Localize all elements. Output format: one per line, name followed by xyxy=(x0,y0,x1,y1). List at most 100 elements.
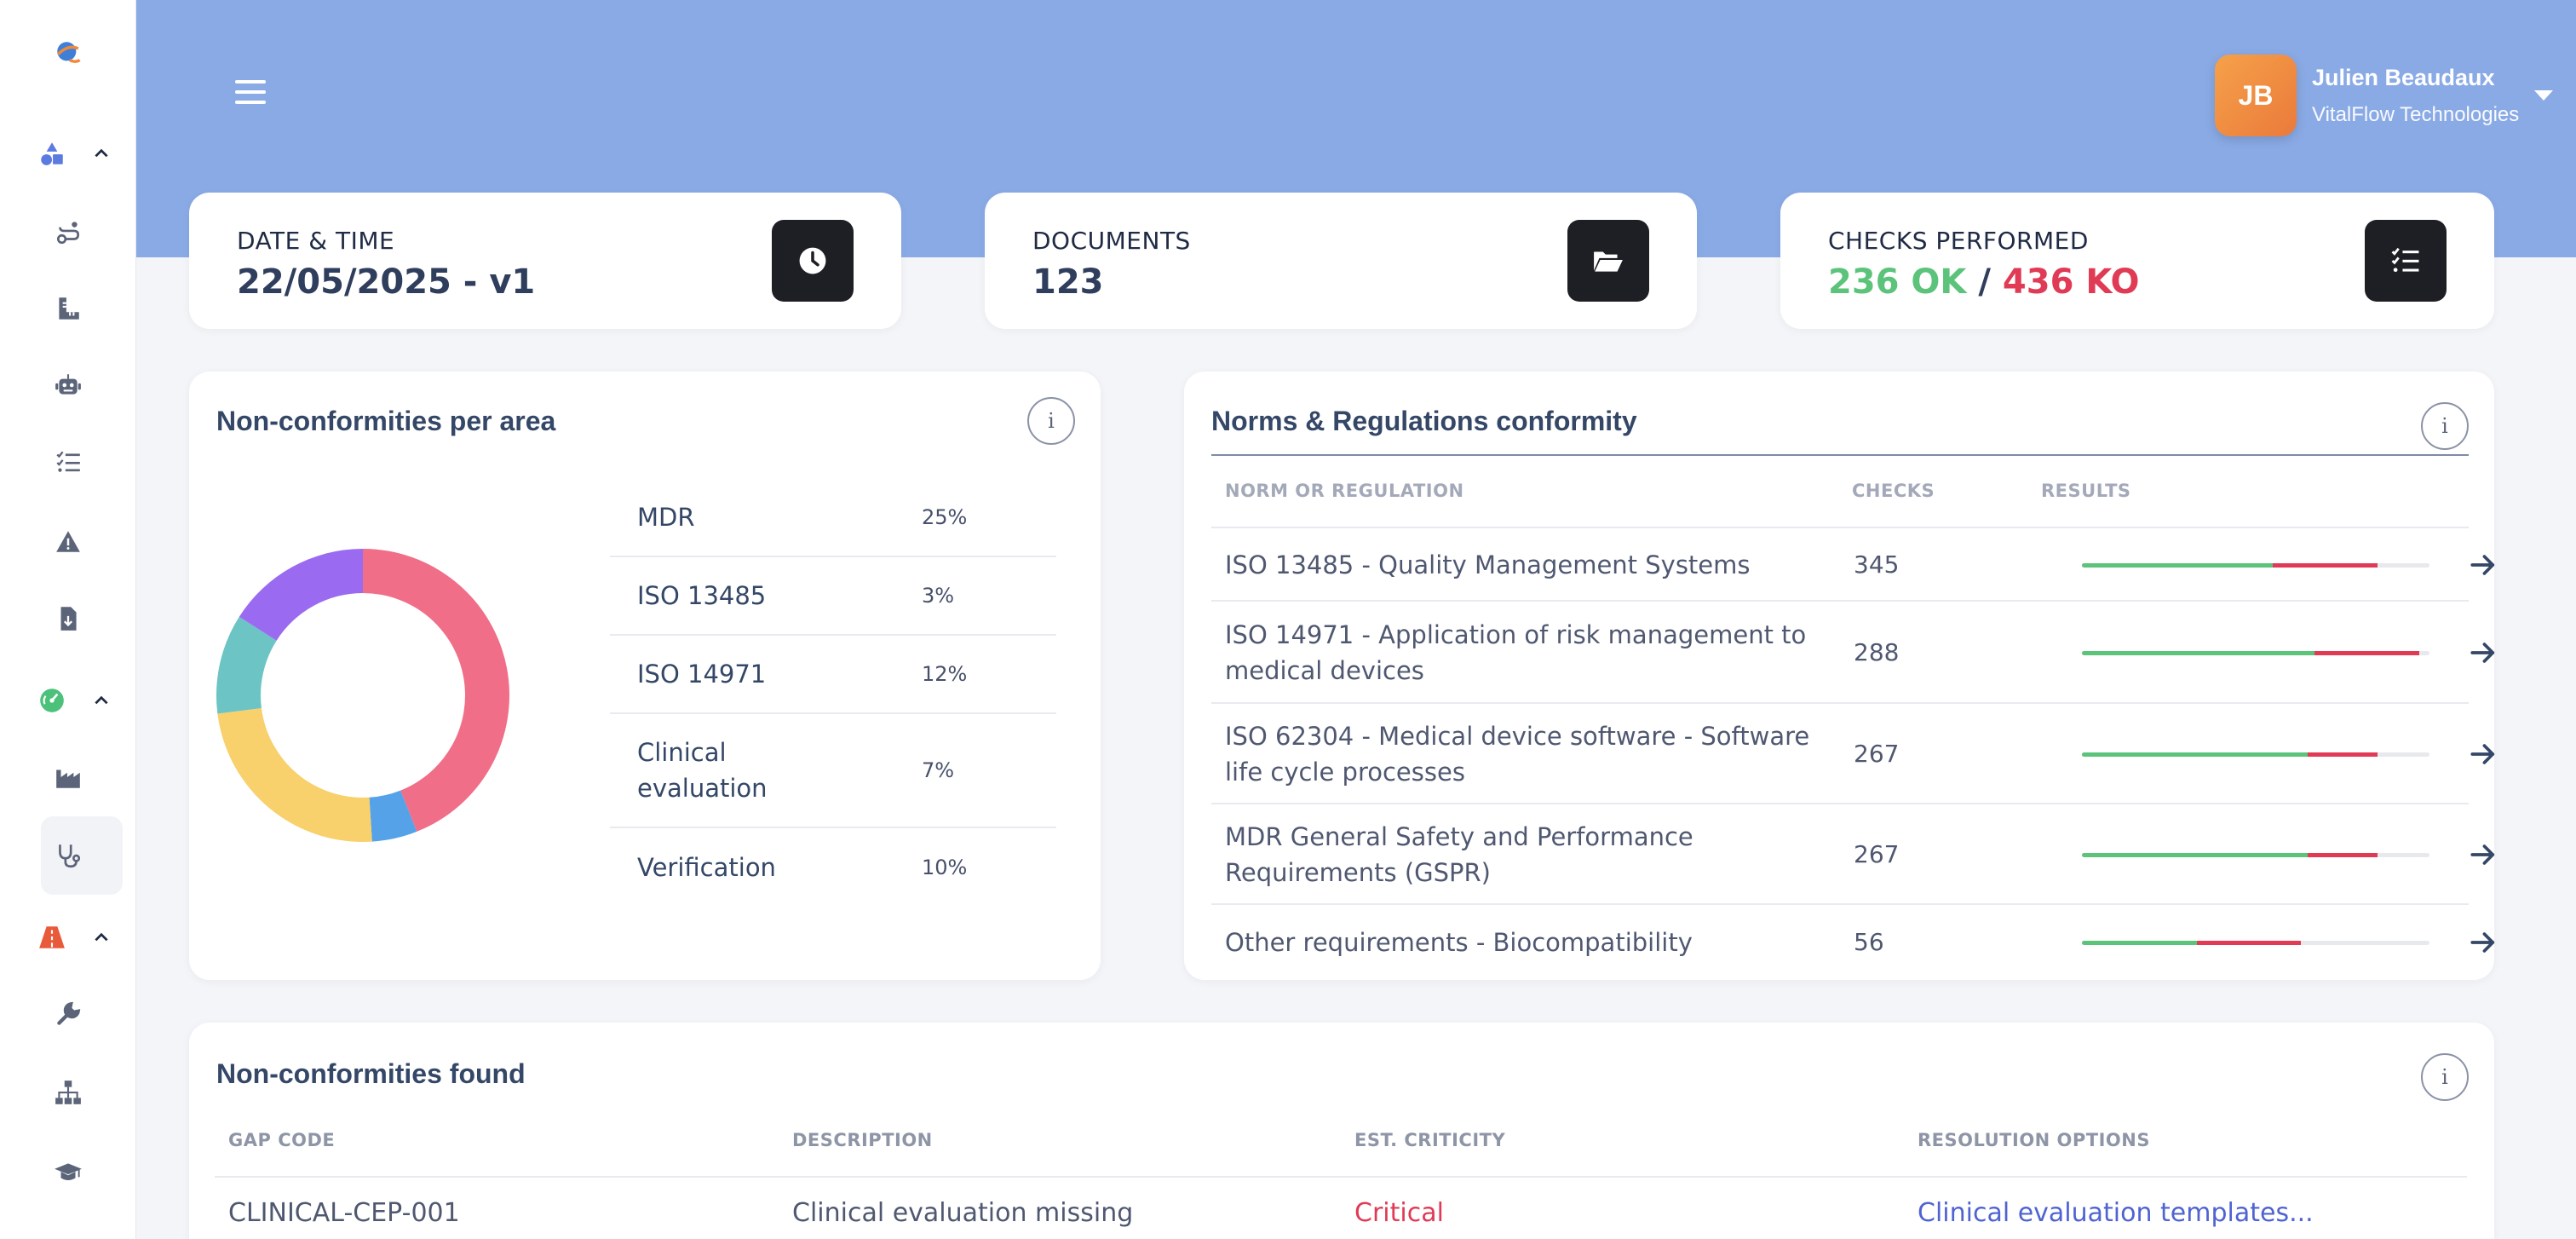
title-underline xyxy=(1211,454,2469,456)
donut-slice[interactable] xyxy=(217,708,372,842)
norm-row[interactable]: Other requirements - Biocompatibility 56 xyxy=(1211,905,2495,980)
donut-slice[interactable] xyxy=(363,549,509,832)
area-name: Clinical evaluation xyxy=(637,738,768,803)
stat-value: 236 OK / 436 KO xyxy=(1828,262,2140,302)
checklist-icon xyxy=(2365,220,2447,302)
sidebar-item-checklist[interactable] xyxy=(0,428,136,496)
area-name: ISO 13485 xyxy=(637,581,767,610)
gap-code-cell: CLINICAL-CEP-001 xyxy=(228,1198,460,1228)
area-name: MDR xyxy=(637,503,695,532)
list-check-icon xyxy=(56,451,80,472)
donut-slice[interactable] xyxy=(239,549,363,641)
user-menu[interactable]: JB Julien Beaudaux VitalFlow Technologie… xyxy=(2215,55,2554,136)
results-ok-segment xyxy=(2082,651,2315,655)
col-header-criticity: EST. CRITICITY xyxy=(1354,1130,1506,1150)
col-header-checks: CHECKS xyxy=(1852,481,1935,501)
results-ko-segment xyxy=(2314,651,2419,655)
checks-ko-count: 436 KO xyxy=(2002,262,2140,302)
stat-label: CHECKS PERFORMED xyxy=(1828,227,2089,255)
card-title: Non-conformities found xyxy=(216,1058,526,1089)
norm-row[interactable]: ISO 14971 - Application of risk manageme… xyxy=(1211,602,2495,704)
header-divider xyxy=(215,1176,2467,1178)
donut-chart xyxy=(216,549,509,842)
graduation-cap-icon xyxy=(55,1163,82,1181)
folder-open-icon xyxy=(1567,220,1649,302)
stat-value: 123 xyxy=(1032,262,1104,302)
norm-checks: 345 xyxy=(1854,550,1900,579)
info-icon[interactable]: i xyxy=(2421,1053,2469,1101)
arrow-right-icon[interactable] xyxy=(2469,550,2498,579)
sidebar-item-wrench[interactable] xyxy=(0,980,136,1048)
logo-icon xyxy=(56,42,81,63)
results-progress-bar xyxy=(2082,853,2429,857)
sidebar-item-file-import[interactable] xyxy=(0,585,136,653)
arrow-right-icon[interactable] xyxy=(2469,740,2498,769)
stethoscope-icon xyxy=(59,844,81,868)
results-ok-segment xyxy=(2082,752,2309,757)
norm-checks: 267 xyxy=(1854,740,1900,768)
norm-row[interactable]: MDR General Safety and Performance Requi… xyxy=(1211,804,2495,905)
sidebar xyxy=(0,0,136,1239)
checks-ok-count: 236 OK xyxy=(1828,262,1967,302)
menu-toggle-button[interactable] xyxy=(235,80,266,111)
area-percentage: 10% xyxy=(922,856,968,879)
card-title: Norms & Regulations conformity xyxy=(1211,406,1637,436)
norm-checks: 267 xyxy=(1854,840,1900,868)
sidebar-item-ruler[interactable] xyxy=(0,274,136,343)
user-company: VitalFlow Technologies xyxy=(2312,102,2520,126)
norm-name: ISO 13485 - Quality Management Systems xyxy=(1225,550,1751,579)
area-name: ISO 14971 xyxy=(637,660,767,689)
sidebar-group-shapes[interactable] xyxy=(0,119,136,187)
card-title: Non-conformities per area xyxy=(216,406,556,436)
industry-icon xyxy=(56,769,80,788)
criticity-cell: Critical xyxy=(1354,1198,1444,1228)
col-header-description: DESCRIPTION xyxy=(792,1130,933,1150)
area-percentage: 7% xyxy=(922,758,955,782)
info-icon[interactable]: i xyxy=(2421,402,2469,450)
results-ok-segment xyxy=(2082,853,2309,857)
resolution-link[interactable]: Clinical evaluation templates... xyxy=(1918,1198,2314,1228)
sidebar-item-route[interactable] xyxy=(0,198,136,266)
area-row: ISO 13485 3% xyxy=(610,557,1056,636)
warning-icon xyxy=(56,531,80,552)
clock-icon xyxy=(772,220,854,302)
area-row: Verification 10% xyxy=(610,828,1056,907)
stat-label: DATE & TIME xyxy=(237,227,395,255)
area-row: MDR 25% xyxy=(610,479,1056,557)
col-header-norm: NORM OR REGULATION xyxy=(1225,481,1464,501)
results-ko-segment xyxy=(2273,563,2378,568)
sitemap-icon xyxy=(55,1081,81,1104)
norm-name: Other requirements - Biocompatibility xyxy=(1225,928,1693,957)
sidebar-item-sitemap[interactable] xyxy=(0,1058,136,1127)
area-percentage: 3% xyxy=(922,584,955,608)
sidebar-group-gauge[interactable] xyxy=(0,666,136,735)
sidebar-group-road[interactable] xyxy=(0,903,136,971)
norm-name: ISO 62304 - Medical device software - So… xyxy=(1225,722,1810,787)
arrow-right-icon[interactable] xyxy=(2469,638,2498,667)
info-icon[interactable]: i xyxy=(1027,397,1075,445)
sidebar-item-education[interactable] xyxy=(0,1138,136,1207)
arrow-right-icon[interactable] xyxy=(2469,928,2498,957)
results-progress-bar xyxy=(2082,752,2429,757)
wrench-icon xyxy=(57,1001,81,1025)
checks-separator: / xyxy=(1978,262,1991,302)
results-ok-segment xyxy=(2082,941,2197,945)
col-header-results: RESULTS xyxy=(2041,481,2131,501)
results-ko-segment xyxy=(2196,941,2302,945)
norm-row[interactable]: ISO 13485 - Quality Management Systems 34… xyxy=(1211,528,2495,602)
app-logo[interactable] xyxy=(0,19,136,87)
arrow-right-icon[interactable] xyxy=(2469,840,2498,869)
route-icon xyxy=(56,222,80,245)
sidebar-item-warning[interactable] xyxy=(0,508,136,576)
caret-down-icon[interactable] xyxy=(2534,90,2554,101)
stat-card-datetime: DATE & TIME 22/05/2025 - v1 xyxy=(189,193,901,329)
sidebar-item-stethoscope[interactable] xyxy=(0,821,136,890)
results-progress-bar xyxy=(2082,941,2429,945)
gauge-icon xyxy=(40,689,64,712)
sidebar-item-industry[interactable] xyxy=(0,743,136,811)
norm-row[interactable]: ISO 62304 - Medical device software - So… xyxy=(1211,704,2495,804)
sidebar-item-robot[interactable] xyxy=(0,351,136,419)
chevron-up-icon xyxy=(95,695,108,705)
area-row: Clinical evaluation 7% xyxy=(610,714,1056,828)
stat-label: DOCUMENTS xyxy=(1032,227,1191,255)
